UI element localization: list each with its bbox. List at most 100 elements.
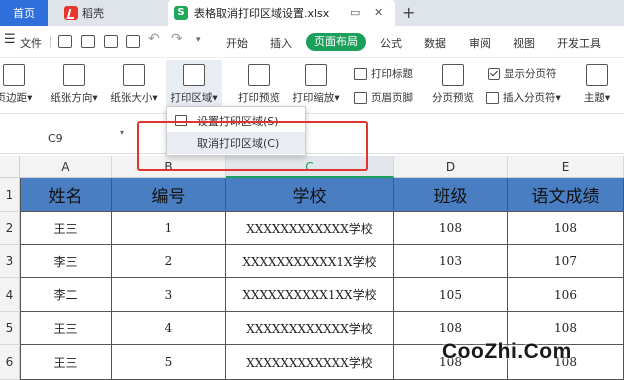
insert-page-break-icon — [486, 91, 499, 104]
table-cell[interactable]: 3 — [112, 278, 226, 312]
row-header-6[interactable]: 6 — [0, 345, 20, 380]
table-cell[interactable]: 2 — [112, 245, 226, 278]
table-cell[interactable]: 李二 — [20, 278, 112, 312]
menu-page-layout[interactable]: 页面布局 — [306, 33, 366, 51]
undo-icon[interactable]: ↶ — [148, 31, 160, 47]
menu-insert[interactable]: 插入 — [270, 35, 292, 51]
name-box-dropdown-icon[interactable]: ▾ — [120, 128, 124, 137]
show-page-breaks-label: 显示分页符 — [504, 68, 557, 80]
margins-icon — [3, 64, 25, 86]
table-header-cell[interactable]: 班级 — [394, 178, 508, 212]
menu-view[interactable]: 视图 — [513, 35, 535, 51]
print-scale-icon — [305, 64, 327, 86]
table-cell[interactable]: 103 — [394, 245, 508, 278]
tab-daoke-label: 稻壳 — [82, 7, 104, 20]
tab-home[interactable]: 首页 — [0, 0, 48, 26]
highlight-annotation — [137, 121, 368, 171]
print-titles-icon — [354, 67, 367, 80]
table-cell[interactable]: 108 — [508, 212, 624, 245]
table-header-cell[interactable]: 语文成绩 — [508, 178, 624, 212]
column-header-d[interactable]: D — [394, 156, 508, 178]
theme-label: 主题 — [583, 92, 605, 104]
new-tab-button[interactable]: + — [402, 3, 415, 22]
print-titles-button[interactable]: 打印标题 — [354, 66, 413, 81]
margins-button[interactable]: 页边距▾ — [0, 64, 34, 105]
page-break-preview-label: 分页预览 — [432, 92, 474, 104]
table-cell[interactable]: XXXXXXXXXXXX学校 — [226, 312, 394, 345]
export-icon[interactable] — [81, 35, 95, 48]
divider — [50, 36, 51, 48]
table-cell[interactable]: 王三 — [20, 312, 112, 345]
hamburger-icon[interactable]: ☰ — [4, 32, 16, 47]
header-footer-button[interactable]: 页眉页脚 — [354, 90, 413, 105]
preview-icon[interactable] — [126, 35, 140, 48]
table-cell[interactable]: 王三 — [20, 212, 112, 245]
orientation-label: 纸张方向 — [50, 92, 93, 104]
page-break-preview-icon — [442, 64, 464, 86]
insert-page-break-label: 插入分页符 — [503, 92, 556, 104]
theme-button[interactable]: 主题▾ — [580, 64, 614, 105]
table-cell[interactable]: 1 — [112, 212, 226, 245]
page-break-preview-button[interactable]: 分页预览 — [428, 64, 478, 105]
table-cell[interactable]: 4 — [112, 312, 226, 345]
save-icon[interactable] — [58, 35, 72, 48]
row-header-5[interactable]: 5 — [0, 312, 20, 345]
table-cell[interactable]: XXXXXXXXXXXX学校 — [226, 345, 394, 380]
margins-label: 页边距 — [0, 92, 28, 104]
table-cell[interactable]: 李三 — [20, 245, 112, 278]
insert-page-break-button[interactable]: 插入分页符 ▾ — [486, 90, 561, 105]
table-cell[interactable]: 5 — [112, 345, 226, 380]
table-header-cell[interactable]: 学校 — [226, 178, 394, 212]
print-titles-label: 打印标题 — [371, 68, 413, 80]
column-header-e[interactable]: E — [508, 156, 624, 178]
row-header-1[interactable]: 1 — [0, 178, 20, 212]
show-page-breaks-checkbox[interactable]: 显示分页符 — [488, 66, 557, 81]
print-area-button[interactable]: 打印区域▾ — [168, 64, 220, 105]
tab-daoke[interactable]: 稻壳 — [58, 0, 163, 26]
watermark: CooZhi.Com — [442, 340, 572, 363]
tab-bar: 首页 稻壳 S 表格取消打印区域设置.xlsx ▭ ✕ + — [0, 0, 624, 26]
print-area-icon — [183, 64, 205, 86]
menu-data[interactable]: 数据 — [424, 35, 446, 51]
quick-access-dropdown-icon[interactable]: ▾ — [196, 35, 201, 45]
table-border — [20, 178, 21, 380]
print-scale-button[interactable]: 打印缩放▾ — [288, 64, 344, 105]
print-preview-button[interactable]: 打印预览 — [234, 64, 284, 105]
theme-icon — [586, 64, 608, 86]
column-header-a[interactable]: A — [20, 156, 112, 178]
menu-formulas[interactable]: 公式 — [380, 35, 402, 51]
menu-developer[interactable]: 开发工具 — [557, 35, 601, 51]
app-window: 首页 稻壳 S 表格取消打印区域设置.xlsx ▭ ✕ + ☰ 文件 ↶ ↷ ▾… — [0, 0, 624, 380]
select-all-corner[interactable] — [0, 156, 20, 178]
table-cell[interactable]: 107 — [508, 245, 624, 278]
menu-review[interactable]: 审阅 — [469, 35, 491, 51]
menu-home[interactable]: 开始 — [226, 35, 248, 51]
row-header-2[interactable]: 2 — [0, 212, 20, 245]
table-cell[interactable]: XXXXXXXXXXX1X学校 — [226, 245, 394, 278]
print-preview-label: 打印预览 — [238, 92, 280, 104]
table-cell[interactable]: 108 — [394, 212, 508, 245]
row-header-3[interactable]: 3 — [0, 245, 20, 278]
print-icon[interactable] — [104, 35, 118, 48]
table-header-cell[interactable]: 编号 — [112, 178, 226, 212]
table-cell[interactable]: 105 — [394, 278, 508, 312]
tab-document-label: 表格取消打印区域设置.xlsx — [194, 7, 330, 20]
tab-close-icon[interactable]: ✕ — [374, 6, 383, 19]
print-preview-icon — [248, 64, 270, 86]
redo-icon[interactable]: ↷ — [171, 31, 183, 47]
name-box[interactable]: C9 — [0, 130, 130, 148]
orientation-icon — [63, 64, 85, 86]
paper-size-button[interactable]: 纸张大小▾ — [106, 64, 162, 105]
print-area-label: 打印区域 — [170, 92, 213, 104]
tab-document[interactable]: S 表格取消打印区域设置.xlsx ▭ ✕ — [168, 0, 395, 26]
tab-window-icon[interactable]: ▭ — [350, 6, 360, 19]
table-cell[interactable]: 106 — [508, 278, 624, 312]
table-cell[interactable]: XXXXXXXXXX1XX学校 — [226, 278, 394, 312]
orientation-button[interactable]: 纸张方向▾ — [46, 64, 102, 105]
row-header-4[interactable]: 4 — [0, 278, 20, 312]
paper-size-label: 纸张大小 — [110, 92, 153, 104]
menu-file[interactable]: 文件 — [20, 35, 42, 51]
table-header-cell[interactable]: 姓名 — [20, 178, 112, 212]
table-cell[interactable]: 王三 — [20, 345, 112, 380]
table-cell[interactable]: XXXXXXXXXXXX学校 — [226, 212, 394, 245]
